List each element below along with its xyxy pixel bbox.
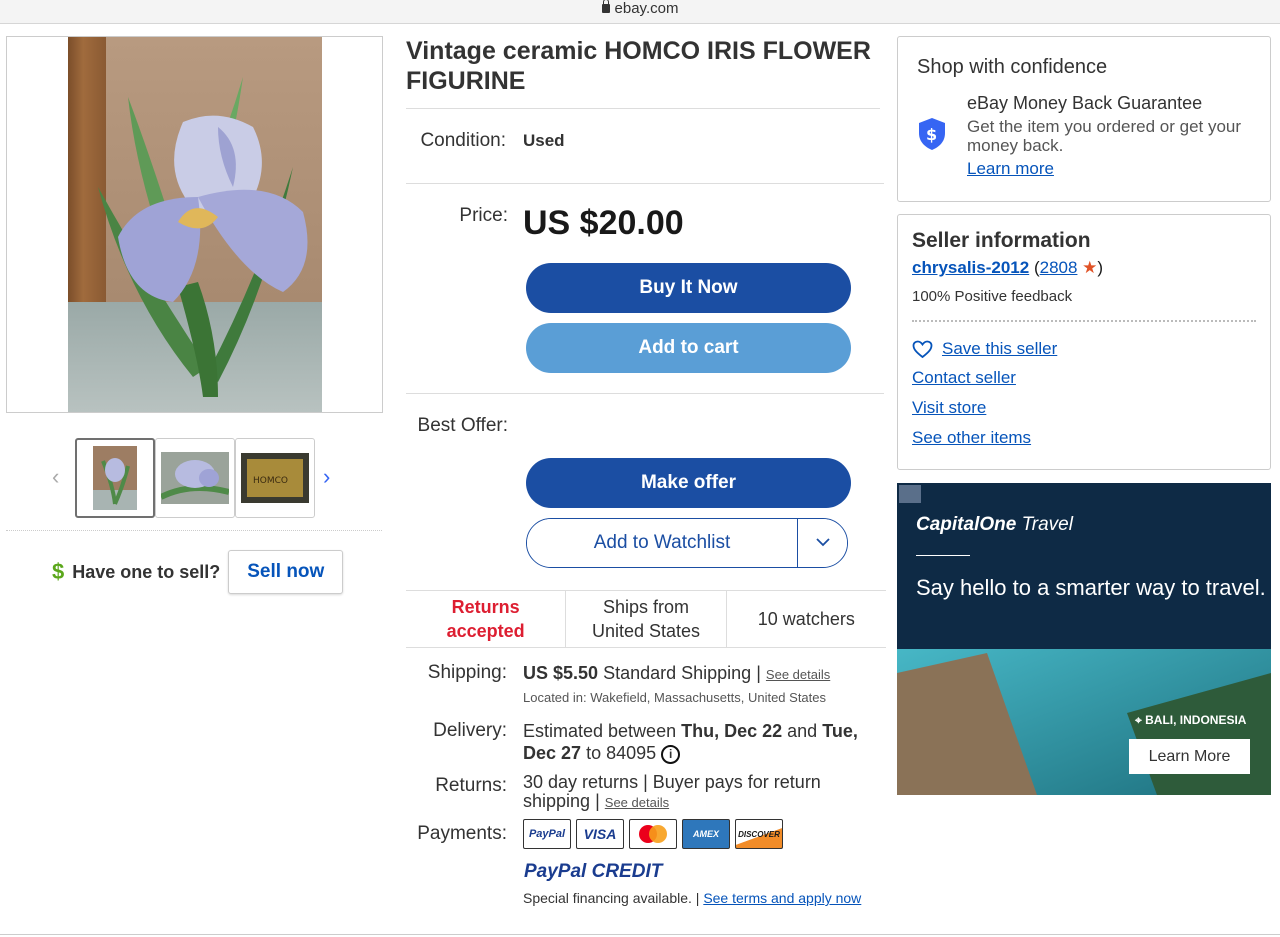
- thumbnail-2-image: [161, 452, 229, 504]
- shield-icon: $: [919, 118, 945, 150]
- paypal-icon: PayPal: [523, 819, 571, 849]
- financing-terms-link[interactable]: See terms and apply now: [703, 890, 861, 906]
- watchlist-control: Add to Watchlist: [526, 518, 848, 568]
- star-icon: ★: [1082, 258, 1098, 277]
- info-icon[interactable]: i: [661, 744, 681, 764]
- learn-more-link[interactable]: Learn more: [967, 159, 1054, 179]
- divider: [0, 934, 1280, 935]
- main-product-image[interactable]: [6, 36, 383, 413]
- shipping-cost: US $5.50: [523, 663, 599, 683]
- payment-methods: PayPal VISA AMEX DISCOVER: [523, 819, 783, 849]
- shipping-service: Standard Shipping: [603, 663, 752, 683]
- returns-accepted-stat: Returns accepted: [446, 597, 525, 641]
- capital-one-logo: CapitalOne Travel: [916, 514, 1073, 535]
- dollar-icon: $: [52, 559, 65, 584]
- divider: [916, 555, 970, 556]
- see-other-items-link[interactable]: See other items: [912, 428, 1031, 448]
- watchers-stat: 10 watchers: [725, 591, 886, 647]
- visit-store-link[interactable]: Visit store: [912, 398, 986, 418]
- item-location: Located in: Wakefield, Massachusetts, Un…: [523, 690, 827, 705]
- buy-it-now-button[interactable]: Buy It Now: [526, 263, 851, 313]
- returns-details: 30 day returns | Buyer pays for return s…: [523, 772, 821, 811]
- thumbnail-3-image: HOMCO: [241, 453, 309, 503]
- divider: [406, 393, 884, 394]
- thumbnail-1[interactable]: [75, 438, 155, 518]
- next-image-arrow-icon[interactable]: ›: [323, 466, 330, 488]
- thumbnail-1-image: [93, 446, 137, 510]
- ships-from-stat: Ships from United States: [565, 591, 725, 647]
- sell-promo: $ Have one to sell? Sell now: [52, 550, 344, 594]
- ad-headline: Say hello to a smarter way to travel.: [916, 575, 1266, 600]
- amex-icon: AMEX: [682, 819, 730, 849]
- add-to-watchlist-button[interactable]: Add to Watchlist: [527, 519, 797, 567]
- financing-note: Special financing available. | See terms…: [523, 890, 862, 906]
- divider: [6, 530, 382, 531]
- separator: |: [756, 663, 761, 683]
- seller-information-card: Seller information chrysalis-2012 (2808 …: [897, 214, 1271, 470]
- payments-label: Payments:: [417, 823, 507, 844]
- visa-icon: VISA: [576, 819, 624, 849]
- item-stats: Returns accepted Ships from United State…: [406, 590, 886, 648]
- svg-text:$: $: [926, 125, 937, 144]
- iris-figurine-photo: [68, 37, 322, 412]
- seller-heading: Seller information: [912, 229, 1091, 252]
- price-value: US $20.00: [523, 204, 684, 242]
- mastercard-icon: [629, 819, 677, 849]
- discover-icon: DISCOVER: [735, 819, 783, 849]
- divider: [912, 320, 1256, 322]
- divider: [406, 183, 884, 184]
- url-bar[interactable]: ebay.com: [0, 0, 1280, 24]
- heart-icon: [912, 340, 933, 358]
- contact-seller-link[interactable]: Contact seller: [912, 368, 1016, 388]
- thumbnail-3[interactable]: HOMCO: [235, 438, 315, 518]
- positive-feedback: 100% Positive feedback: [912, 288, 1073, 305]
- returns-see-details-link[interactable]: See details: [605, 795, 669, 810]
- shipping-see-details-link[interactable]: See details: [766, 667, 830, 682]
- thumbnail-2[interactable]: [155, 438, 235, 518]
- url-text: ebay.com: [614, 0, 679, 17]
- guarantee-text: Get the item you ordered or get your mon…: [967, 117, 1242, 155]
- make-offer-button[interactable]: Make offer: [526, 458, 851, 508]
- location-pin-icon: ⌖: [1135, 713, 1142, 727]
- sell-prompt: Have one to sell?: [72, 561, 221, 582]
- delivery-label: Delivery:: [433, 720, 507, 741]
- condition-value: Used: [523, 131, 565, 150]
- divider: [406, 108, 880, 109]
- condition-label: Condition:: [420, 130, 506, 151]
- confidence-heading: Shop with confidence: [917, 56, 1108, 78]
- price-label: Price:: [459, 205, 508, 226]
- shop-with-confidence-card: Shop with confidence $ eBay Money Back G…: [897, 36, 1271, 202]
- save-seller-link[interactable]: Save this seller: [942, 339, 1057, 359]
- seller-name-row: chrysalis-2012 (2808 ★): [912, 258, 1104, 277]
- ad-location: ⌖ BALI, INDONESIA: [1135, 713, 1247, 727]
- paypal-credit-logo: PayPal CREDIT: [524, 861, 663, 882]
- previous-image-arrow-icon[interactable]: ‹: [52, 466, 59, 488]
- lock-icon: [601, 0, 610, 13]
- ad-learn-more-button[interactable]: Learn More: [1129, 739, 1250, 774]
- watchlist-dropdown-button[interactable]: [797, 519, 847, 567]
- seller-name-link[interactable]: chrysalis-2012: [912, 258, 1029, 277]
- capital-one-travel-ad[interactable]: CapitalOne Travel Say hello to a smarter…: [897, 483, 1271, 795]
- returns-label: Returns:: [435, 775, 507, 796]
- item-title: Vintage ceramic HOMCO IRIS FLOWER FIGURI…: [406, 37, 871, 95]
- chevron-down-icon: [815, 538, 830, 547]
- sell-now-button[interactable]: Sell now: [228, 550, 344, 594]
- save-seller-row[interactable]: Save this seller: [912, 339, 1057, 359]
- shipping-details: US $5.50 Standard Shipping | See details: [523, 663, 830, 684]
- shipping-label: Shipping:: [427, 662, 507, 683]
- best-offer-label: Best Offer:: [417, 415, 508, 436]
- delivery-details: Estimated between Thu, Dec 22 and Tue, D…: [523, 721, 858, 764]
- thumbnail-3-label: HOMCO: [253, 476, 288, 486]
- feedback-score-link[interactable]: 2808: [1040, 258, 1078, 277]
- guarantee-title: eBay Money Back Guarantee: [967, 93, 1203, 113]
- add-to-cart-button[interactable]: Add to cart: [526, 323, 851, 373]
